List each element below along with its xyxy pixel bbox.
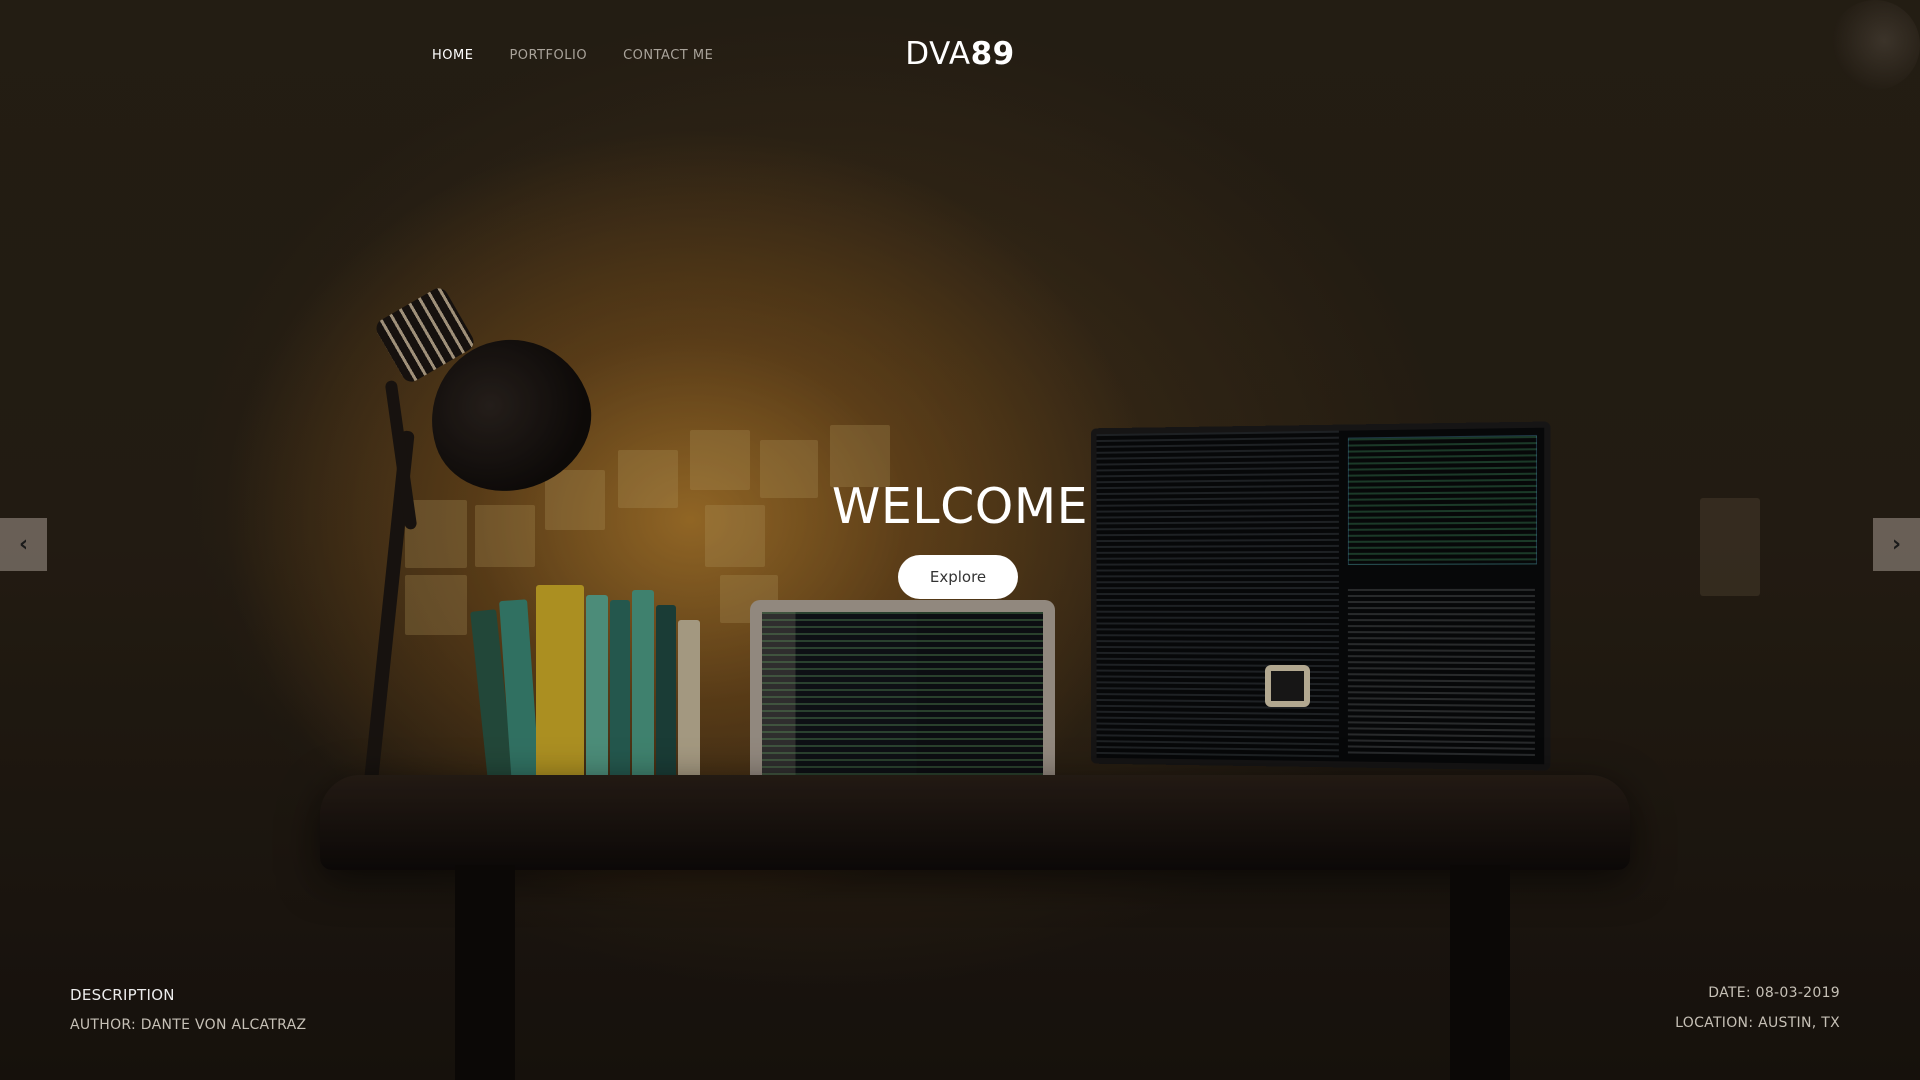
hero-title: WELCOME xyxy=(831,478,1089,535)
overlay-dim xyxy=(0,0,1920,1080)
chevron-left-icon: ‹ xyxy=(18,532,29,557)
carousel-prev-button[interactable]: ‹ xyxy=(0,518,47,571)
slide-description: DESCRIPTION AUTHOR: DANTE VON ALCATRAZ xyxy=(70,980,306,1040)
site-logo[interactable]: DVA89 xyxy=(0,36,1920,72)
location-text: LOCATION: AUSTIN, TX xyxy=(1675,1015,1840,1031)
date-text: DATE: 08-03-2019 xyxy=(1708,985,1840,1001)
carousel-next-button[interactable]: › xyxy=(1873,518,1920,571)
description-label: DESCRIPTION xyxy=(70,986,175,1004)
chevron-right-icon: › xyxy=(1891,532,1902,557)
slide-info: DATE: 08-03-2019 LOCATION: AUSTIN, TX xyxy=(1675,978,1840,1038)
hero-slide: HOME PORTFOLIO CONTACT ME DVA89 WELCOME … xyxy=(0,0,1920,1080)
author-text: AUTHOR: DANTE VON ALCATRAZ xyxy=(70,1017,307,1033)
explore-button[interactable]: Explore xyxy=(898,555,1018,599)
logo-text-light: DVA xyxy=(905,36,971,72)
logo-text-bold: 89 xyxy=(970,36,1015,72)
